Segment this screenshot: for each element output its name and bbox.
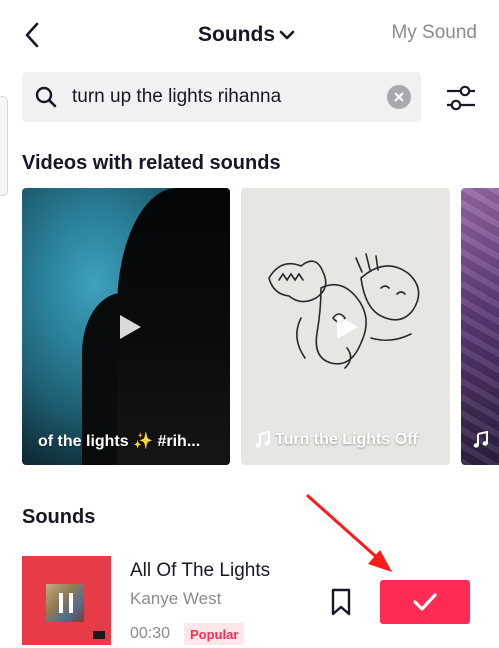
video-card[interactable] — [461, 188, 499, 465]
music-note-icon — [255, 431, 270, 448]
sounds-heading: Sounds — [22, 506, 96, 528]
search-bar[interactable]: turn up the lights rihanna — [22, 72, 421, 122]
header: Sounds My Sound — [0, 0, 499, 68]
chevron-down-icon — [279, 30, 295, 40]
sound-duration: 00:30 — [130, 625, 171, 642]
explicit-label — [93, 631, 105, 639]
video-card[interactable]: of the lights ✨ #rih... — [22, 188, 230, 465]
use-sound-button[interactable] — [380, 580, 470, 624]
play-icon — [337, 315, 358, 339]
video-caption: of the lights ✨ #rih... — [38, 433, 201, 450]
play-icon — [120, 315, 141, 339]
video-caption: Turn the Lights Off — [255, 431, 418, 449]
close-icon — [394, 92, 404, 102]
video-card[interactable]: Turn the Lights Off — [241, 188, 450, 465]
clear-search-button[interactable] — [387, 85, 411, 109]
side-handle — [0, 96, 8, 196]
page-title: Sounds — [198, 23, 275, 46]
chevron-left-icon — [25, 22, 39, 48]
pause-icon — [59, 593, 73, 613]
related-videos-heading: Videos with related sounds — [22, 152, 281, 174]
sound-list-item[interactable]: All Of The Lights Kanye West 00:30 Popul… — [22, 556, 482, 648]
sound-title: All Of The Lights — [130, 560, 271, 581]
bookmark-icon[interactable] — [329, 588, 353, 616]
search-input[interactable]: turn up the lights rihanna — [72, 86, 281, 108]
back-button[interactable] — [18, 20, 46, 50]
video-caption — [473, 431, 489, 449]
search-icon — [35, 86, 57, 108]
album-cover[interactable] — [22, 556, 111, 645]
checkmark-icon — [413, 593, 437, 611]
my-sound-link[interactable]: My Sound — [391, 22, 477, 44]
sound-artist: Kanye West — [130, 589, 222, 608]
popular-badge: Popular — [184, 623, 245, 645]
sounds-title-dropdown[interactable]: Sounds — [198, 20, 295, 50]
music-note-icon — [473, 431, 488, 448]
sliders-icon[interactable] — [444, 82, 478, 114]
